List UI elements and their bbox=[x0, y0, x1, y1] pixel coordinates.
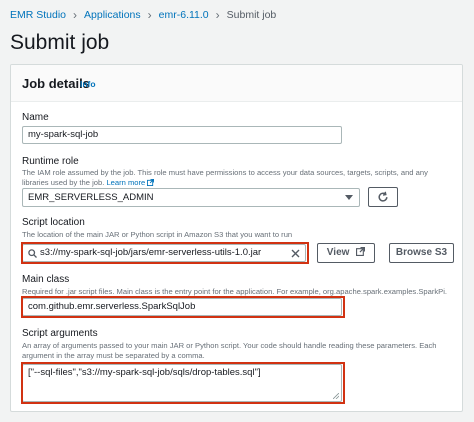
breadcrumb-current: Submit job bbox=[226, 9, 277, 21]
script-location-label: Script location bbox=[22, 217, 85, 228]
script-location-description: The location of the main JAR or Python s… bbox=[22, 230, 293, 239]
script-arguments-description: An array of arguments passed to your mai… bbox=[22, 341, 437, 360]
page-title: Submit job bbox=[10, 31, 110, 54]
breadcrumb-application[interactable]: emr-6.11.0 bbox=[159, 9, 209, 21]
script-arguments-label: Script arguments bbox=[22, 328, 98, 339]
breadcrumb-applications[interactable]: Applications bbox=[84, 9, 141, 21]
view-button[interactable]: View bbox=[317, 243, 375, 263]
info-link[interactable]: Info bbox=[80, 79, 96, 89]
external-link-icon bbox=[147, 179, 155, 186]
refresh-button[interactable] bbox=[368, 187, 398, 207]
main-class-highlight bbox=[21, 296, 345, 318]
name-label: Name bbox=[22, 112, 49, 123]
runtime-role-description: The IAM role assumed by the job. This ro… bbox=[22, 168, 428, 187]
script-arguments-highlight bbox=[21, 362, 345, 404]
refresh-icon bbox=[378, 191, 388, 202]
job-details-panel: Job details Info Name my-spark-sql-job R… bbox=[10, 64, 463, 412]
chevron-right-icon: › bbox=[73, 8, 78, 22]
script-location-highlight bbox=[21, 242, 309, 264]
external-link-icon bbox=[356, 247, 366, 256]
chevron-right-icon: › bbox=[147, 8, 152, 22]
panel-header: Job details Info bbox=[11, 65, 462, 102]
main-class-label: Main class bbox=[22, 274, 70, 285]
breadcrumb-emr-studio[interactable]: EMR Studio bbox=[10, 9, 66, 21]
runtime-role-label: Runtime role bbox=[22, 156, 79, 167]
runtime-role-value: EMR_SERVERLESS_ADMIN bbox=[28, 192, 154, 203]
browse-s3-button[interactable]: Browse S3 bbox=[389, 243, 454, 263]
name-input[interactable]: my-spark-sql-job bbox=[22, 126, 342, 144]
caret-down-icon bbox=[345, 195, 353, 200]
learn-more-link[interactable]: Learn more bbox=[106, 178, 155, 187]
chevron-right-icon: › bbox=[215, 8, 220, 22]
runtime-role-select[interactable]: EMR_SERVERLESS_ADMIN bbox=[22, 188, 360, 207]
breadcrumb: EMR Studio › Applications › emr-6.11.0 ›… bbox=[10, 6, 276, 24]
